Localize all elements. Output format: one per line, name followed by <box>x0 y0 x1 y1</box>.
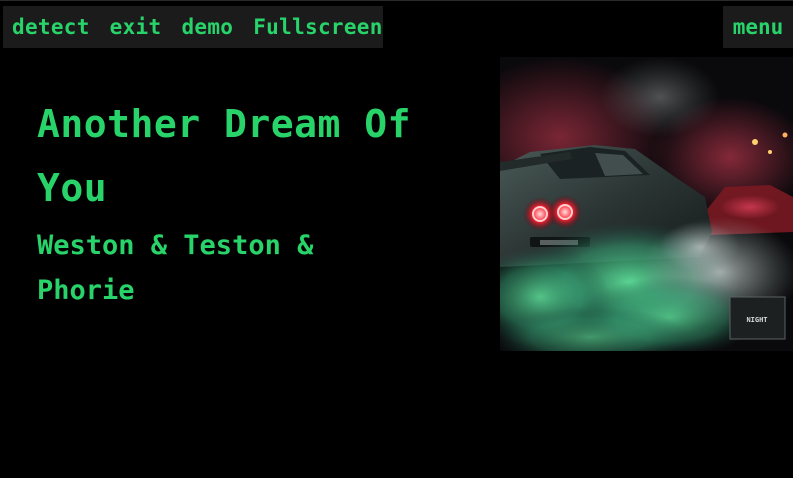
top-border <box>0 0 793 1</box>
demo-button[interactable]: demo <box>181 15 233 39</box>
car-smoke-artwork-icon: NIGHT <box>500 57 793 351</box>
exit-button[interactable]: exit <box>110 15 162 39</box>
track-title: Another Dream Of You <box>37 102 412 210</box>
album-cover-image: NIGHT <box>500 57 793 351</box>
cover-badge-text: NIGHT <box>746 316 767 324</box>
menu-button[interactable]: menu <box>723 6 793 48</box>
top-toolbar: detect exit demo Fullscreen <box>3 6 383 48</box>
fullscreen-button[interactable]: Fullscreen <box>253 15 382 39</box>
detect-button[interactable]: detect <box>12 15 90 39</box>
track-artist: Weston & Teston & Phorie <box>37 230 314 306</box>
